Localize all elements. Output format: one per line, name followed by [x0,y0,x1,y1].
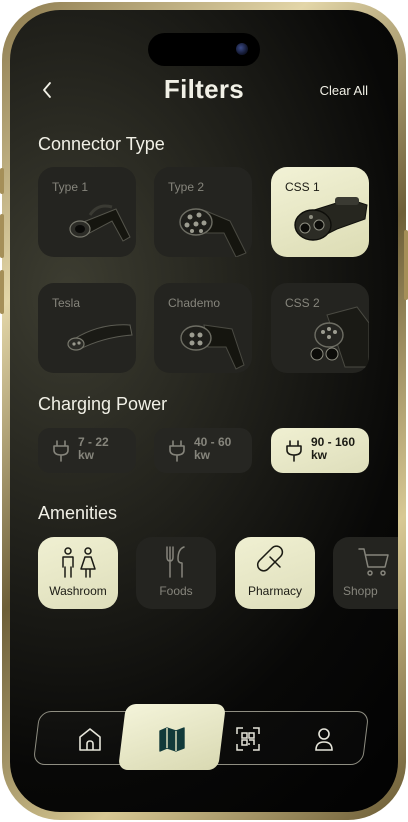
power-option-label: 40 - 60 kw [194,435,232,462]
css2-plug-icon [310,306,369,368]
tab-map-icon-holder[interactable] [152,722,192,756]
dynamic-island [148,33,260,66]
power-option-7-22[interactable]: 7 - 22 kw [38,428,136,473]
connector-card-tesla[interactable]: Tesla [38,283,136,373]
clear-all-button[interactable]: Clear All [320,83,368,98]
pill-icon [256,545,284,572]
amenity-pharmacy[interactable]: Pharmacy [235,537,315,609]
washroom-icon [62,547,96,578]
app-screen: Filters Clear All Connector Type Type 1 … [10,10,398,812]
power-option-label: 7 - 22 kw [78,435,109,462]
amenity-label: Pharmacy [247,584,303,598]
connector-card-css1[interactable]: CSS 1 [271,167,369,257]
tab-home[interactable] [70,722,110,756]
action-button [0,168,4,194]
amenity-washroom[interactable]: Washroom [38,537,118,609]
amenity-label: Washroom [49,584,107,598]
qr-scan-icon [236,727,260,751]
plug-icon [169,440,185,462]
home-icon [79,728,101,751]
charging-power-title: Charging Power [38,394,168,414]
amenities-title: Amenities [38,503,118,523]
plug-icon [286,440,302,462]
connector-type-title: Connector Type [38,134,165,154]
amenity-label: Foods [159,584,193,598]
camera-lens [236,43,248,55]
tesla-plug-icon [67,324,133,351]
profile-icon [315,728,333,751]
power-option-40-60[interactable]: 40 - 60 kw [154,428,252,473]
power-button [404,230,408,300]
type2-plug-icon [179,208,247,257]
power-option-90-160[interactable]: 90 - 160 kw [271,428,369,473]
volume-down-button [0,270,4,314]
plug-icon [53,440,69,462]
type1-plug-icon [69,204,131,242]
css1-plug-icon [294,197,368,241]
connector-card-type2[interactable]: Type 2 [154,167,252,257]
amenity-label: Shopp [343,584,378,598]
amenity-shopping[interactable]: Shopp [333,537,398,609]
connector-card-chademo[interactable]: Chademo [154,283,252,373]
tab-scan[interactable] [228,722,268,756]
map-icon [159,727,185,752]
shopping-cart-icon [358,548,389,576]
chademo-plug-icon [180,324,245,370]
connector-card-css2[interactable]: CSS 2 [271,283,369,373]
amenity-foods[interactable]: Foods [136,537,216,609]
tab-profile[interactable] [304,722,344,756]
fork-knife-icon [166,546,185,578]
volume-up-button [0,214,4,258]
power-option-label: 90 - 160 kw [311,435,356,462]
connector-card-type1[interactable]: Type 1 [38,167,136,257]
